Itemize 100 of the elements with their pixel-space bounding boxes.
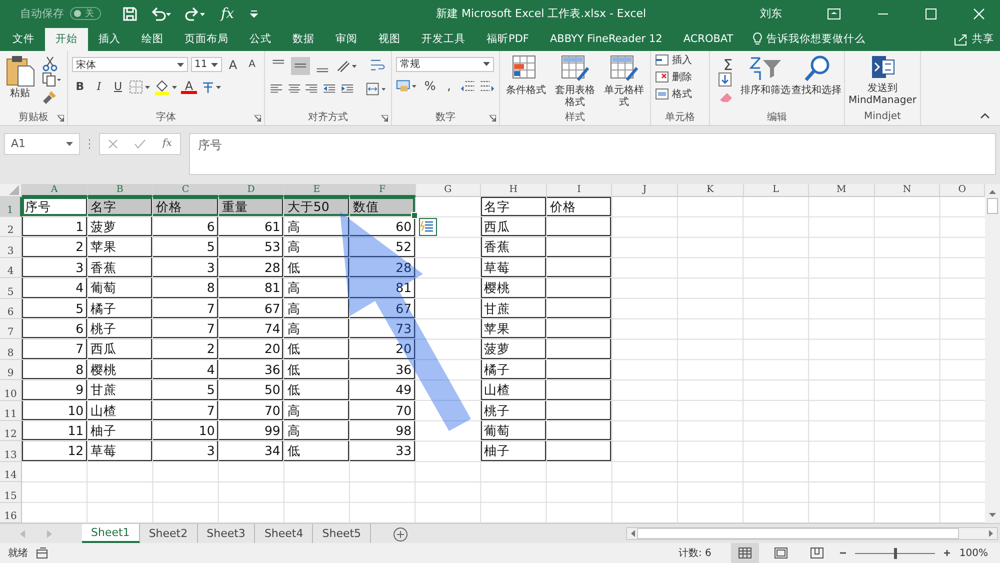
zoom-level[interactable]: 100% <box>959 548 988 558</box>
column-header[interactable]: C <box>153 184 219 197</box>
maximize-icon[interactable] <box>925 8 937 20</box>
row-header[interactable]: 12 <box>0 420 22 442</box>
font-color-button[interactable]: A <box>181 80 197 94</box>
copy-icon[interactable] <box>42 72 62 88</box>
horizontal-scrollbar[interactable] <box>626 526 998 540</box>
row-header[interactable]: 9 <box>0 360 22 380</box>
font-style-button[interactable]: U <box>110 78 126 95</box>
ribbon-tab[interactable]: 文件 <box>2 28 45 51</box>
ribbon-tab[interactable]: 插入 <box>88 28 131 51</box>
scroll-down-icon[interactable] <box>989 512 996 517</box>
collapse-ribbon-icon[interactable] <box>980 112 990 119</box>
column-header[interactable]: L <box>744 184 810 197</box>
caret-icon[interactable] <box>483 62 490 66</box>
scroll-up-icon[interactable] <box>989 190 996 194</box>
ribbon-tab[interactable]: 福昕PDF <box>476 28 540 51</box>
vertical-scrollbar[interactable] <box>985 184 1000 523</box>
close-icon[interactable] <box>973 8 985 20</box>
row-header[interactable]: 7 <box>0 318 22 340</box>
caret-icon[interactable] <box>176 62 184 67</box>
percent-button[interactable]: % <box>422 78 438 94</box>
check-icon[interactable] <box>134 138 146 149</box>
fill-handle[interactable] <box>410 212 418 220</box>
ribbon-tab[interactable]: 审阅 <box>325 28 368 51</box>
send-to-mindmanager-button[interactable]: 发送到 MindManager <box>849 54 916 109</box>
share-button[interactable]: 共享 <box>968 28 1000 51</box>
cells-menu-button[interactable]: 格式 <box>655 86 705 101</box>
font-style-button[interactable]: B <box>72 78 88 95</box>
column-header[interactable]: G <box>416 184 482 197</box>
redo-icon[interactable] <box>184 6 206 22</box>
add-sheet-icon[interactable] <box>393 526 408 542</box>
cells-menu-button[interactable]: 插入 <box>655 52 705 67</box>
ribbon-tab[interactable]: ABBYY FineReader 12 <box>539 28 673 51</box>
column-header[interactable]: A <box>22 184 88 197</box>
user-name[interactable]: 刘东 <box>760 6 782 22</box>
undo-icon[interactable] <box>150 6 172 22</box>
font-size-field[interactable]: 11 <box>190 57 222 72</box>
caret-icon[interactable] <box>66 142 73 146</box>
dialog-launcher-icon[interactable] <box>489 114 496 122</box>
scissors-icon[interactable] <box>42 56 58 72</box>
scroll-left-icon[interactable] <box>631 530 635 537</box>
zoom-in-icon[interactable] <box>943 549 952 557</box>
fill-color-icon[interactable] <box>154 78 178 95</box>
column-header[interactable]: H <box>481 184 547 197</box>
currency-icon[interactable] <box>396 78 420 94</box>
share-icon[interactable] <box>954 32 968 46</box>
row-header[interactable]: 6 <box>0 298 22 319</box>
edit-button[interactable]: 排序和筛选 <box>742 54 789 109</box>
ribbon-tab[interactable]: 数据 <box>282 28 325 51</box>
dialog-launcher-icon[interactable] <box>381 114 388 122</box>
row-header[interactable]: 13 <box>0 441 22 462</box>
row-header[interactable]: 10 <box>0 380 22 401</box>
tell-me-field[interactable]: 告诉我你想要做什么 <box>766 28 866 51</box>
row-header[interactable]: 4 <box>0 258 22 278</box>
comma-button[interactable]: , <box>441 78 458 94</box>
insert-function-button[interactable]: fx <box>162 138 172 150</box>
row-header[interactable]: 5 <box>0 278 22 299</box>
ribbon-display-icon[interactable] <box>827 8 841 20</box>
autosum-button[interactable]: Σ <box>718 56 738 72</box>
dialog-launcher-icon[interactable] <box>57 114 64 122</box>
view-button[interactable] <box>731 543 760 563</box>
save-icon[interactable] <box>122 6 138 22</box>
font-name-field[interactable]: 宋体 <box>72 57 188 72</box>
scroll-right-icon[interactable] <box>989 530 993 537</box>
borders-icon[interactable] <box>129 80 151 94</box>
edit-button[interactable]: 查找和选择 <box>793 54 840 109</box>
zoom-slider-thumb[interactable] <box>894 548 898 558</box>
insert-function-button[interactable]: fx <box>221 6 234 22</box>
increase-font-button[interactable]: A <box>225 56 241 73</box>
ribbon-tab[interactable]: 开始 <box>45 28 88 51</box>
column-header[interactable]: B <box>88 184 154 197</box>
decrease-font-button[interactable]: A <box>244 56 260 73</box>
row-header[interactable]: 1 <box>0 196 22 218</box>
phonetic-icon[interactable] <box>200 80 222 94</box>
column-header[interactable]: O <box>940 184 985 197</box>
scrollbar-thumb[interactable] <box>987 198 998 214</box>
style-button[interactable]: 条件格式 <box>504 54 548 109</box>
dialog-launcher-icon[interactable] <box>254 114 261 122</box>
customize-caret-icon[interactable] <box>249 8 260 19</box>
drag-handle-icon[interactable] <box>88 138 91 150</box>
column-header[interactable]: I <box>546 184 612 197</box>
caret-icon[interactable] <box>211 62 218 67</box>
style-button[interactable]: 单元格样式 <box>602 54 646 109</box>
vertical-align-icon[interactable] <box>290 56 310 75</box>
ribbon-tab[interactable]: 公式 <box>239 28 282 51</box>
merge-cells-icon[interactable] <box>366 80 387 97</box>
row-header[interactable]: 11 <box>0 400 22 421</box>
scrollbar-thumb[interactable] <box>637 528 959 539</box>
quick-analysis-icon[interactable] <box>418 218 437 236</box>
row-header[interactable]: 2 <box>0 217 22 238</box>
row-header[interactable]: 8 <box>0 339 22 360</box>
column-header[interactable]: E <box>284 184 350 197</box>
ribbon-tab[interactable]: 绘图 <box>131 28 174 51</box>
name-box[interactable]: A1 <box>4 132 80 155</box>
cells-menu-button[interactable]: 删除 <box>655 70 705 84</box>
column-header[interactable]: N <box>874 184 940 197</box>
ribbon-tab[interactable]: 开发工具 <box>411 28 476 51</box>
sheet-tab[interactable]: Sheet1 <box>82 524 140 543</box>
column-header[interactable]: J <box>612 184 678 197</box>
